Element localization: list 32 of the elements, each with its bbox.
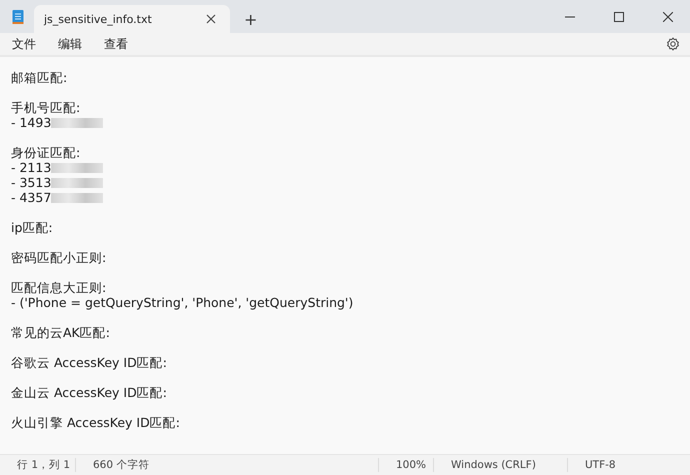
text-line: 匹配信息大正则: [11,280,106,295]
close-icon[interactable] [663,12,673,22]
zoom-level: 100% [395,459,428,471]
text-line: 密码匹配小正则: [11,250,106,265]
text-line: 常见的云AK匹配: [11,325,110,340]
menu-item[interactable]: 文件 [10,36,38,52]
text-line: 身份证匹配: [11,145,80,160]
text-line: - 1493 [11,115,52,130]
character-count: 660 个字符 [92,458,150,472]
tab-title: js_sensitive_info.txt [44,12,153,26]
cursor-position: 行 1，列 1 [16,458,72,472]
new-tab-button[interactable]: + [236,5,266,33]
menu-item[interactable]: 编辑 [56,36,84,52]
settings-icon[interactable] [666,37,680,51]
text-line: 手机号匹配: [11,100,80,115]
text-line: 谷歌云 AccessKey ID匹配: [11,355,167,370]
document-tab[interactable]: js_sensitive_info.txt [34,5,230,33]
text-editor[interactable]: 邮箱匹配: 手机号匹配: - 1493 身份证匹配: - 2113 - 3513 - 4357 ip匹配: 密码匹配小正则: 匹配信息大正则: - ('Phone = getQueryString', 'Phone', 'getQueryString') 常见的云AK匹配: 谷歌云 AccessKey ID匹配: 金山云 AccessKey ID匹配: 火山引擎 AccessKey ID匹配: [0,57,690,454]
text-line: 邮箱匹配: [11,70,68,85]
text-line: - 4357 [11,190,52,205]
text-line: - 2113 [11,160,52,175]
encoding: UTF-8 [584,459,617,471]
menu-item[interactable]: 查看 [102,36,130,52]
notepad-icon [12,8,24,24]
text-line: ip匹配: [11,220,53,235]
text-line: 金山云 AccessKey ID匹配: [11,385,167,400]
text-line: - 3513 [11,175,52,190]
close-icon[interactable] [206,14,216,24]
maximize-icon[interactable] [614,12,624,22]
text-line: - ('Phone = getQueryString', 'Phone', 'getQueryString') [11,295,354,310]
text-line: 火山引擎 AccessKey ID匹配: [11,415,180,430]
line-ending: Windows (CRLF) [450,459,537,471]
